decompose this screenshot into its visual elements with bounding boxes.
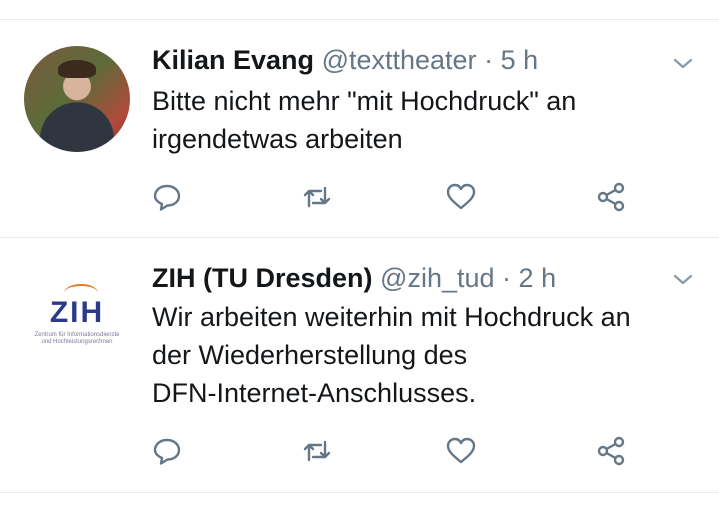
logo-subtitle-line: und Hochleistungsrechnen: [41, 339, 113, 345]
action-bar: [150, 180, 650, 214]
tweet[interactable]: Kilian Evang @texttheater · 5 h Bitte ni…: [0, 20, 719, 237]
tweet-header: ZIH (TU Dresden) @zih_tud · 2 h: [152, 262, 556, 294]
tweet[interactable]: ZIH Zentrum für Informationsdienste und …: [0, 238, 719, 492]
logo-text: ZIH: [49, 296, 105, 329]
author-name[interactable]: ZIH (TU Dresden): [152, 263, 373, 293]
share-icon[interactable]: [594, 434, 628, 468]
bottom-divider: [0, 492, 719, 493]
tweet-text-line: Wir arbeiten weiterhin mit Hochdruck an: [152, 302, 631, 332]
tweet-header: Kilian Evang @texttheater · 5 h: [152, 44, 538, 76]
tweet-text: Bitte nicht mehr "mit Hochdruck" an irge…: [152, 82, 576, 158]
chevron-down-icon[interactable]: [672, 268, 694, 290]
author-handle[interactable]: @texttheater: [322, 45, 477, 75]
like-icon[interactable]: [444, 434, 478, 468]
avatar[interactable]: ZIH Zentrum für Informationsdienste und …: [24, 260, 130, 366]
avatar-hair: [58, 60, 96, 78]
retweet-icon[interactable]: [300, 180, 334, 214]
tweet-text-line: der Wiederherstellung des: [152, 340, 468, 370]
timestamp[interactable]: 5 h: [501, 45, 539, 75]
separator: ·: [502, 263, 512, 293]
action-bar: [150, 434, 650, 468]
author-name[interactable]: Kilian Evang: [152, 45, 314, 75]
tweet-text-line: DFN-Internet-Anschlusses.: [152, 378, 477, 408]
like-icon[interactable]: [444, 180, 478, 214]
logo-subtitle-line: Zentrum für Informationsdienste: [34, 332, 120, 338]
reply-icon[interactable]: [150, 434, 184, 468]
author-handle[interactable]: @zih_tud: [380, 263, 494, 293]
retweet-icon[interactable]: [300, 434, 334, 468]
chevron-down-icon[interactable]: [672, 52, 694, 74]
tweet-text-line: irgendetwas arbeiten: [152, 124, 403, 154]
separator: ·: [484, 45, 494, 75]
reply-icon[interactable]: [150, 180, 184, 214]
avatar[interactable]: [24, 46, 130, 152]
logo-subtitle: Zentrum für Informationsdienste und Hoch…: [24, 332, 130, 346]
share-icon[interactable]: [594, 180, 628, 214]
timestamp[interactable]: 2 h: [519, 263, 557, 293]
tweet-text: Wir arbeiten weiterhin mit Hochdruck an …: [152, 298, 631, 412]
tweet-text-line: Bitte nicht mehr "mit Hochdruck" an: [152, 86, 577, 116]
